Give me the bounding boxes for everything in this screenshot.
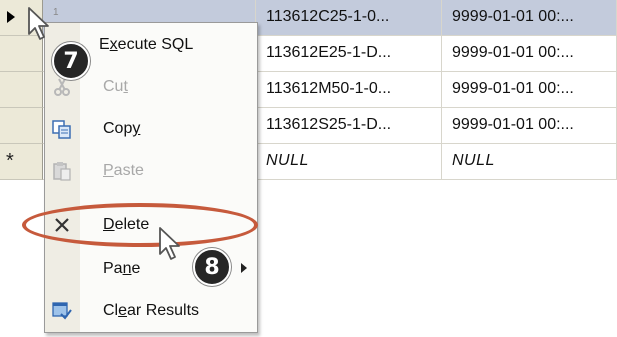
mouse-pointer-icon [159,227,180,260]
menu-item-label: Cut [103,78,128,95]
grid-cell[interactable]: 113612M50-1-0... [256,72,442,108]
grid-cell[interactable]: 9999-01-01 00:... [442,36,617,72]
grid-cell[interactable]: 113612C25-1-0... [256,0,442,36]
menu-item-copy[interactable]: Copy [45,109,257,149]
menu-item-label: Paste [103,162,144,179]
grid-cell-null[interactable]: NULL [256,144,442,180]
clear-results-icon [51,300,73,322]
grid-cell[interactable]: 9999-01-01 00:... [442,0,617,36]
row-header[interactable] [0,108,43,144]
menu-item-paste[interactable]: Paste [45,151,257,191]
grid-cell[interactable]: 113612E25-1-D... [256,36,442,72]
new-row-asterisk-icon: * [6,150,14,172]
menu-item-label: Copy [103,120,141,137]
mouse-pointer-icon [28,7,49,40]
submenu-arrow-icon [241,263,247,273]
menu-item-clear-results[interactable]: Clear Results [45,291,257,331]
step-badge-8: 8 [193,248,231,286]
menu-item-label: Pane [103,260,141,277]
grid-cell[interactable]: 9999-01-01 00:... [442,72,617,108]
menu-item-label: Execute SQL [99,36,194,53]
grid-cell-null[interactable]: NULL [442,144,617,180]
menu-item-label: Clear Results [103,302,200,319]
paste-icon [51,160,73,182]
grid-cell[interactable]: 113612S25-1-D... [256,108,442,144]
grid-cell[interactable]: 9999-01-01 00:... [442,108,617,144]
row-header[interactable] [0,72,43,108]
delete-highlight-ellipse [22,203,258,247]
copy-icon [51,118,73,140]
row-header-new[interactable]: * [0,144,43,180]
step-badge-7: 7 [52,42,90,80]
